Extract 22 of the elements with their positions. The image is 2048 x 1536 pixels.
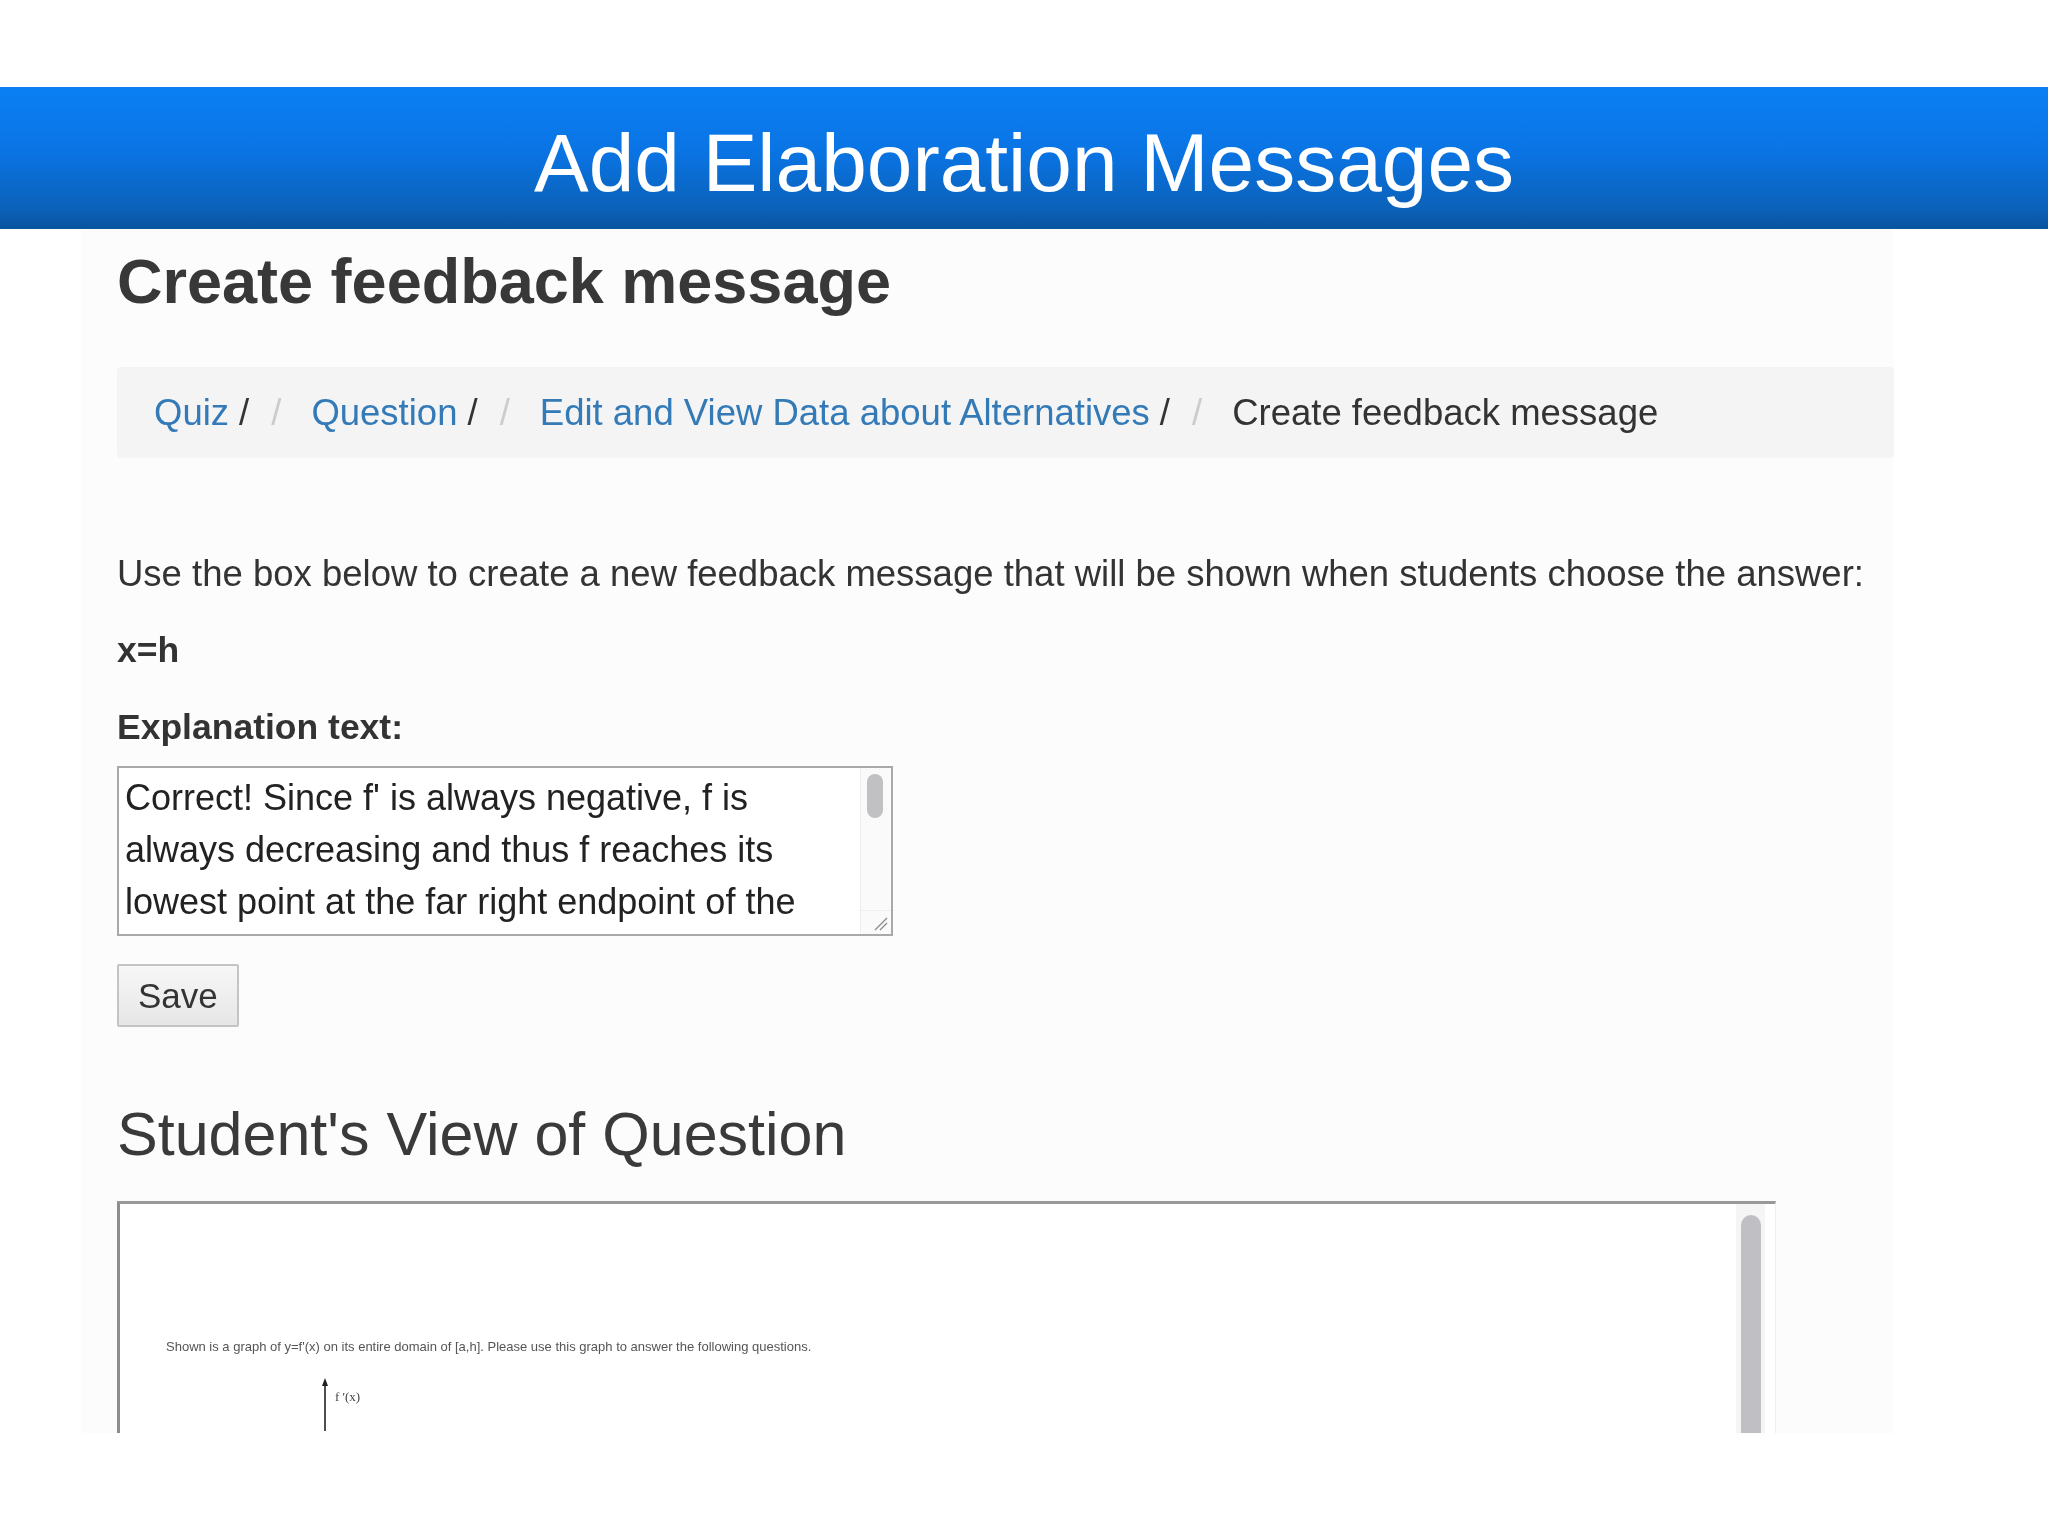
- field-label: Explanation text:: [117, 707, 404, 748]
- axis-arrow-icon: [321, 1378, 329, 1431]
- breadcrumb-separator: /: [271, 391, 282, 434]
- breadcrumb-link[interactable]: Quiz: [154, 391, 230, 434]
- scrollbar[interactable]: [1736, 1204, 1765, 1433]
- axis-label: f '(x): [335, 1390, 361, 1404]
- breadcrumb-link[interactable]: Edit and View Data about Alternatives: [539, 391, 1150, 434]
- question-text: Shown is a graph of y=f'(x) on its entire domain of [a,h]. Please use this graph to answer the following questions.: [166, 1339, 813, 1355]
- breadcrumb-separator: /: [499, 391, 510, 434]
- save-button[interactable]: Save: [117, 964, 239, 1027]
- breadcrumb-link[interactable]: Question: [311, 391, 458, 434]
- section-heading: Student's View of Question: [117, 1101, 848, 1168]
- page-heading: Create feedback message: [117, 247, 892, 316]
- breadcrumb-separator: /: [1192, 391, 1203, 434]
- resize-grip-icon[interactable]: [874, 917, 888, 931]
- instruction-text: Use the box below to create a new feedback message that will be shown when students choose the answer:: [117, 553, 1865, 594]
- breadcrumb-slash: /: [467, 391, 478, 434]
- breadcrumb-current: Create feedback message: [1232, 391, 1659, 434]
- answer-text: x=h: [117, 630, 181, 671]
- breadcrumb-slash: /: [239, 391, 250, 434]
- explanation-textarea[interactable]: Correct! Since f' is always negative, f is always decreasing and thus f reaches its lowest point at the far right endpoint of the: [117, 766, 893, 936]
- breadcrumb-slash: /: [1159, 391, 1170, 434]
